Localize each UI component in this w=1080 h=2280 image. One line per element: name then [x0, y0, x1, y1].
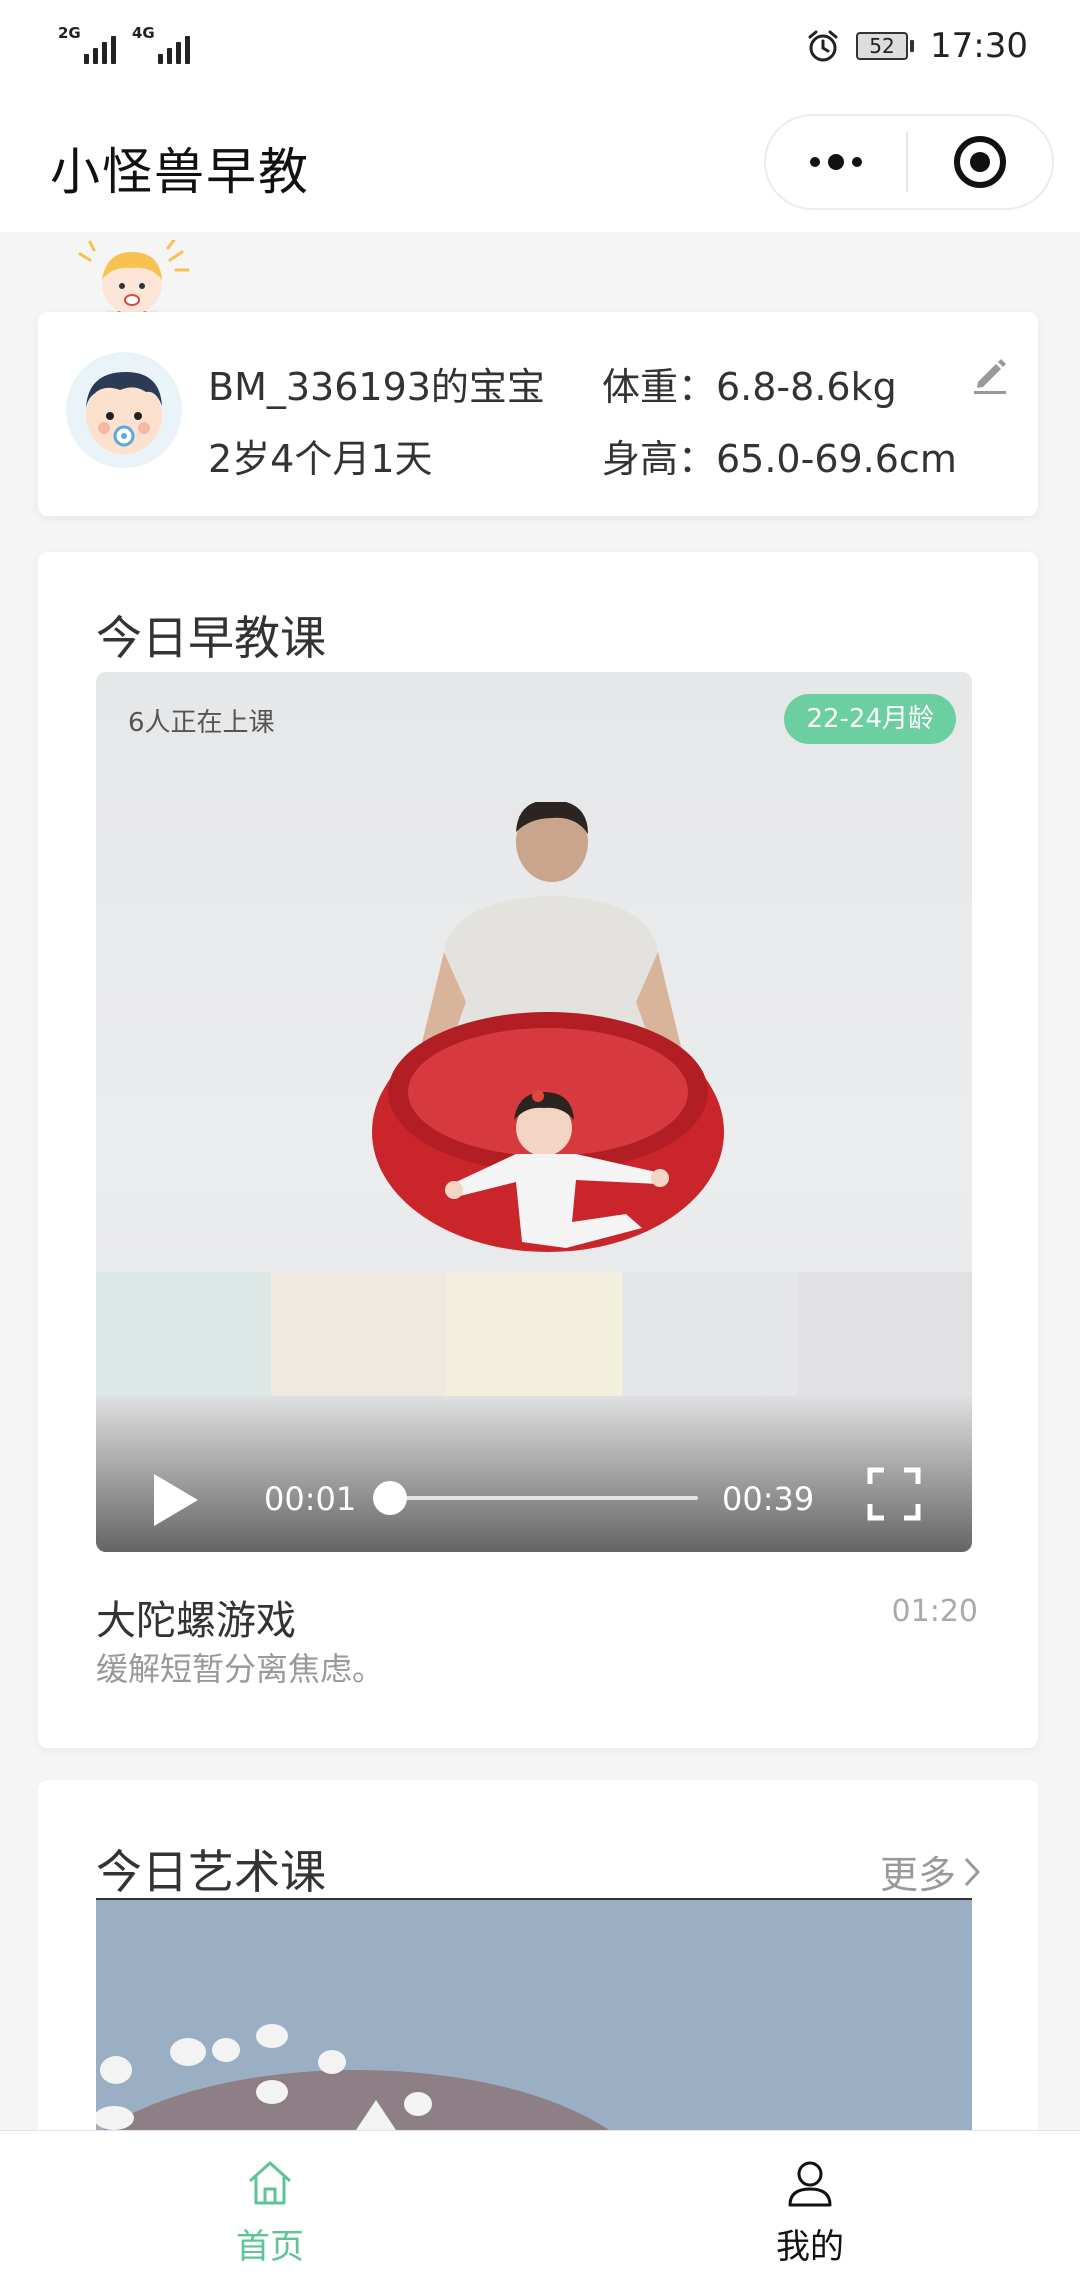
signal-4g-icon: 4G — [132, 24, 190, 64]
total-time: 00:39 — [722, 1480, 815, 1518]
baby-profile-card[interactable]: BM_336193的宝宝 2岁4个月1天 体重：6.8-8.6kg 身高：65.… — [38, 312, 1038, 516]
progress-bar[interactable] — [372, 1481, 698, 1515]
more-options-button[interactable] — [766, 116, 906, 208]
network-type-label: 4G — [132, 24, 155, 42]
tab-label: 我的 — [776, 2227, 844, 2267]
signal-indicators: 2G 4G — [58, 24, 190, 64]
progress-knob[interactable] — [372, 1481, 407, 1515]
course-title[interactable]: 大陀螺游戏 — [96, 1588, 296, 1646]
user-icon — [788, 2161, 832, 2207]
battery-level: 52 — [856, 32, 909, 60]
clock: 17:30 — [930, 26, 1028, 66]
play-icon[interactable] — [150, 1472, 200, 1528]
tab-label: 首页 — [236, 2227, 304, 2267]
section-title: 今日艺术课 — [96, 1845, 326, 1899]
network-type-label: 2G — [58, 24, 81, 42]
fullscreen-icon[interactable] — [866, 1466, 922, 1522]
video-controls: 00:01 00:39 — [96, 1442, 972, 1542]
tab-mine[interactable]: 我的 — [540, 2131, 1080, 2280]
battery-icon: 52 — [856, 32, 915, 60]
learners-count: 6人正在上课 — [128, 708, 275, 738]
status-bar: 2G 4G 52 17:30 — [0, 0, 1080, 92]
page-title: 小怪兽早教 — [50, 143, 310, 201]
current-time: 00:01 — [264, 1480, 357, 1518]
chevron-right-icon — [964, 1857, 981, 1886]
tab-home[interactable]: 首页 — [0, 2131, 540, 2280]
baby-name: BM_336193的宝宝 — [208, 365, 545, 409]
target-icon — [954, 136, 1006, 188]
title-bar: 小怪兽早教 — [0, 92, 1080, 232]
home-icon — [248, 2161, 292, 2205]
more-link[interactable]: 更多 — [880, 1844, 982, 1899]
mini-program-capsule — [764, 114, 1054, 210]
course-description: 缓解短暂分离焦虑。 — [96, 1650, 385, 1688]
close-mini-program-button[interactable] — [908, 116, 1052, 208]
tab-bar: 首页 我的 — [0, 2130, 1080, 2280]
more-label: 更多 — [879, 1853, 956, 1897]
course-duration: 01:20 — [891, 1594, 978, 1629]
signal-2g-icon: 2G — [58, 24, 116, 64]
height-range: 身高：65.0-69.6cm — [602, 437, 957, 481]
play-mat — [96, 1272, 972, 1396]
status-right: 52 17:30 — [806, 26, 1028, 66]
edit-profile-button[interactable] — [968, 352, 1012, 396]
video-player[interactable]: 6人正在上课 22-24月龄 00:01 00:39 — [96, 672, 972, 1552]
early-edu-card: 今日早教课 6人正在上课 22-24月龄 00:01 00:39 大陀螺游戏 0… — [38, 552, 1038, 1748]
alarm-icon — [808, 30, 838, 62]
baby-age: 2岁4个月1天 — [208, 437, 433, 481]
baby-avatar — [66, 352, 182, 468]
section-title: 今日早教课 — [96, 611, 326, 665]
weight-range: 体重：6.8-8.6kg — [602, 365, 897, 409]
age-range-badge: 22-24月龄 — [784, 694, 956, 744]
video-frame-image — [372, 802, 724, 1252]
